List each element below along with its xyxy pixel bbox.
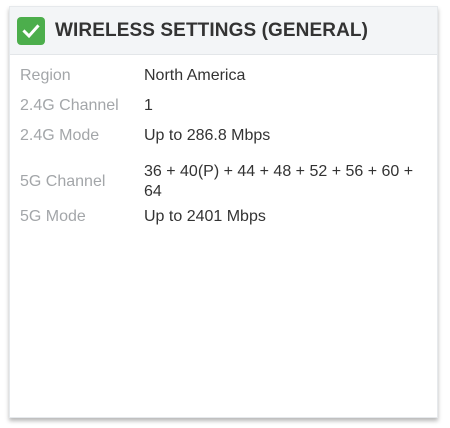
- setting-row-5g-channel: 5G Channel 36 + 40(P) + 44 + 48 + 52 + 5…: [10, 156, 437, 207]
- card-title: WIRELESS SETTINGS (GENERAL): [55, 19, 369, 41]
- setting-value: Up to 286.8 Mbps: [144, 127, 271, 144]
- setting-row-2g-mode: 2.4G Mode Up to 286.8 Mbps: [10, 126, 437, 156]
- setting-value: 36 + 40(P) + 44 + 48 + 52 + 56 + 60 + 64: [144, 162, 414, 200]
- setting-value: North America: [144, 67, 246, 84]
- card-header: WIRELESS SETTINGS (GENERAL): [10, 7, 437, 55]
- setting-value: 1: [144, 97, 153, 114]
- setting-label: 5G Mode: [20, 208, 86, 225]
- wireless-settings-card: WIRELESS SETTINGS (GENERAL) Region North…: [9, 6, 438, 418]
- setting-row-region: Region North America: [10, 66, 437, 96]
- setting-label: 2.4G Channel: [20, 97, 119, 114]
- setting-row-5g-mode: 5G Mode Up to 2401 Mbps: [10, 207, 437, 237]
- setting-label: 2.4G Mode: [20, 127, 100, 144]
- checkmark-icon: [17, 16, 45, 45]
- settings-list: Region North America 2.4G Channel 1 2.4G…: [10, 55, 437, 237]
- setting-row-2g-channel: 2.4G Channel 1: [10, 96, 437, 126]
- setting-label: Region: [20, 67, 71, 84]
- setting-label: 5G Channel: [20, 172, 106, 190]
- setting-value: Up to 2401 Mbps: [144, 208, 266, 225]
